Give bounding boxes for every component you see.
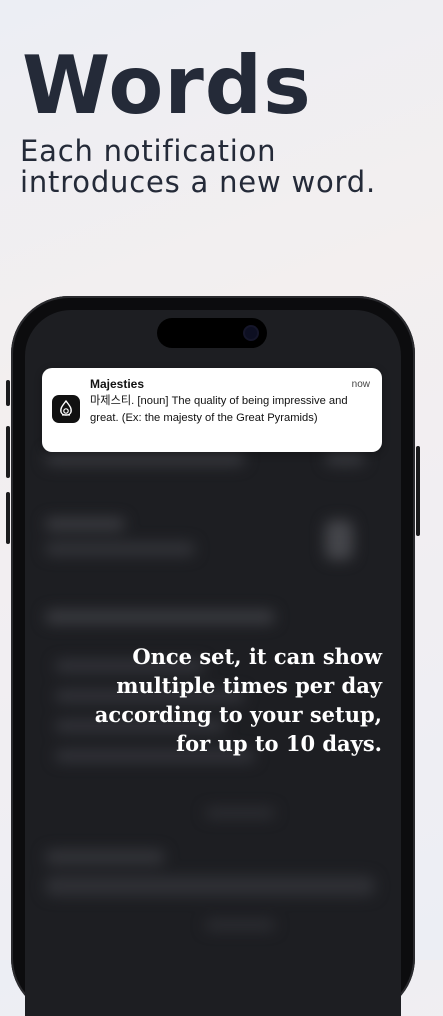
notification-card[interactable]: Majesties now 마제스티. [noun] The quality o… (42, 368, 382, 452)
app-logo-icon (52, 395, 80, 423)
hero-title: Words (22, 39, 312, 132)
feature-description-line: multiple times per day (116, 673, 382, 698)
front-camera-icon (245, 327, 257, 339)
feature-description-line: for up to 10 days. (176, 731, 382, 756)
dynamic-island (157, 318, 267, 348)
hero-subtitle: Each notification introduces a new word. (20, 134, 376, 199)
side-button-volume-down (6, 492, 10, 544)
feature-description: Once set, it can show multiple times per… (42, 642, 382, 758)
notification-time: now (351, 379, 370, 390)
notification-body: 마제스티. [noun] The quality of being impres… (90, 395, 348, 424)
side-button-volume-up (6, 426, 10, 478)
feature-description-line: Once set, it can show (132, 644, 382, 669)
feature-description-line: according to your setup, (94, 702, 382, 727)
side-button-action (6, 380, 10, 406)
notification-title: Majesties (90, 377, 145, 391)
side-button-power (416, 446, 420, 536)
